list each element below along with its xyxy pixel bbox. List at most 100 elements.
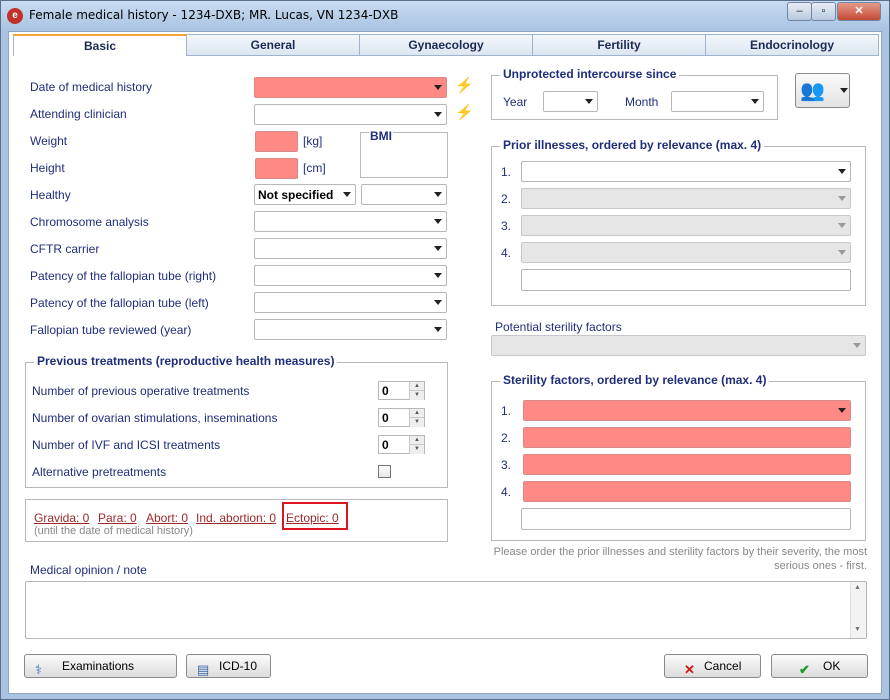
sterility-factor-3-field[interactable] [523,454,851,475]
operative-label: Number of previous operative treatments [32,384,250,398]
patency-right-label: Patency of the fallopian tube (right) [30,269,217,283]
minimize-button[interactable]: – [787,2,812,21]
month-select[interactable] [671,91,764,112]
intercourse-title: Unprotected intercourse since [500,67,680,81]
cancel-button[interactable]: ✕ Cancel [664,654,761,678]
spin-up-icon[interactable]: ▲ [409,409,424,418]
tab-endocrinology[interactable]: Endocrinology [706,34,879,56]
reviewed-year-select[interactable] [254,319,447,340]
prior-number-4: 4. [501,246,512,260]
tab-basic[interactable]: Basic [13,34,187,56]
patency-right-select[interactable] [254,265,447,286]
dialog-window: e Female medical history - 1234-DXB; MR.… [0,0,890,700]
gravida-link[interactable]: Gravida: 0 [34,511,89,525]
clinician-select[interactable] [254,104,447,125]
checkmark-icon: ✔ [799,662,810,677]
abort-link[interactable]: Abort: 0 [146,511,188,525]
para-link[interactable]: Para: 0 [98,511,137,525]
chevron-down-icon [343,192,351,197]
prior-illness-3-select[interactable] [521,215,851,236]
operative-stepper[interactable]: 0 ▲ ▼ [378,381,425,400]
year-select[interactable] [543,91,598,112]
opinion-label: Medical opinion / note [30,563,147,577]
sterility-number-3: 3. [501,458,512,472]
prior-number-2: 2. [501,192,512,206]
tab-gynaecology[interactable]: Gynaecology [360,34,533,56]
sterility-factor-4-field[interactable] [523,481,851,502]
icd10-button[interactable]: ▤ ICD-10 [186,654,271,678]
obstetric-note: (until the date of medical history) [34,525,193,537]
spin-up-icon[interactable]: ▲ [409,382,424,391]
book-icon: ▤ [197,662,210,677]
chevron-down-icon [434,327,442,332]
previous-treatments-group: Previous treatments (reproductive health… [25,354,448,488]
cancel-label: Cancel [704,659,742,673]
reviewed-label: Fallopian tube reviewed (year) [30,323,192,337]
ok-label: OK [823,659,841,673]
lightning-icon[interactable]: ⚡ [455,103,474,121]
app-logo-icon: e [7,8,23,24]
medical-opinion-textarea[interactable]: ▲ ▼ [25,581,867,639]
spin-up-icon[interactable]: ▲ [409,436,424,445]
alternative-checkbox[interactable] [378,465,391,478]
healthy-label: Healthy [30,188,71,202]
title-bar[interactable]: e Female medical history - 1234-DXB; MR.… [1,1,889,31]
previous-treatments-title: Previous treatments (reproductive health… [34,354,338,368]
ok-button[interactable]: ✔ OK [771,654,868,678]
healthy-detail-select[interactable] [361,184,447,205]
height-input[interactable] [255,158,298,179]
intercourse-group: Unprotected intercourse since Year Month [491,67,778,120]
ivf-stepper[interactable]: 0 ▲ ▼ [378,435,425,454]
ivf-value: 0 [382,438,389,452]
opinion-scrollbar[interactable]: ▲ ▼ [850,582,866,638]
dialog-client-area: Basic General Gynaecology Fertility Endo… [8,31,882,694]
scroll-down-icon[interactable]: ▼ [854,626,861,633]
prior-illnesses-group: Prior illnesses, ordered by relevance (m… [491,138,866,306]
patency-left-select[interactable] [254,292,447,313]
year-label: Year [503,95,528,109]
spin-down-icon[interactable]: ▼ [409,445,424,454]
weight-label: Weight [30,134,68,148]
prior-illness-4-select[interactable] [521,242,851,263]
examinations-label: Examinations [62,659,135,673]
date-label: Date of medical history [30,80,153,94]
stimulations-stepper[interactable]: 0 ▲ ▼ [378,408,425,427]
sterility-factors-group: Sterility factors, ordered by relevance … [491,373,866,541]
chevron-down-icon [840,88,848,93]
chromosome-label: Chromosome analysis [30,215,149,229]
potential-sterility-label: Potential sterility factors [495,320,622,334]
family-history-button[interactable]: 👥 [795,73,850,108]
chevron-down-icon [434,112,442,117]
sterility-summary-field[interactable] [521,508,851,530]
scroll-up-icon[interactable]: ▲ [854,584,861,591]
chevron-down-icon [838,169,846,174]
date-of-history-select[interactable] [254,77,447,98]
ind-abortion-link[interactable]: Ind. abortion: 0 [196,511,276,525]
chevron-down-icon [434,85,442,90]
lightning-icon[interactable]: ⚡ [455,76,474,94]
prior-illness-summary-field[interactable] [521,269,851,291]
potential-sterility-select[interactable] [491,335,866,356]
chromosome-select[interactable] [254,211,447,232]
sterility-factor-2-field[interactable] [523,427,851,448]
examinations-button[interactable]: ⚕ Examinations [24,654,177,678]
prior-illness-2-select[interactable] [521,188,851,209]
patency-left-label: Patency of the fallopian tube (left) [30,296,209,310]
month-label: Month [625,95,659,109]
chevron-down-icon [434,246,442,251]
tab-general[interactable]: General [187,34,360,56]
sterility-factor-1-select[interactable] [523,400,851,421]
chevron-down-icon [751,99,759,104]
close-button[interactable]: ✕ [837,2,881,21]
ectopic-link[interactable]: Ectopic: 0 [286,511,339,525]
prior-illness-1-select[interactable] [521,161,851,182]
cftr-select[interactable] [254,238,447,259]
obstetric-history-box: Gravida: 0 Para: 0 Abort: 0 Ind. abortio… [25,499,448,542]
healthy-select[interactable]: Not specified [254,184,356,205]
spin-down-icon[interactable]: ▼ [409,391,424,400]
spin-down-icon[interactable]: ▼ [409,418,424,427]
chevron-down-icon [853,343,861,348]
tab-fertility[interactable]: Fertility [533,34,706,56]
weight-input[interactable] [255,131,298,152]
maximize-button[interactable]: ▫ [811,2,836,21]
